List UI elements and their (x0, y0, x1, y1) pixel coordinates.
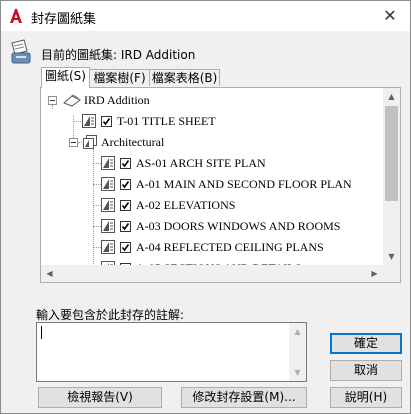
tree-row[interactable]: A-01 MAIN AND SECOND FLOOR PLAN (41, 174, 381, 194)
tree-root-label: IRD Addition (84, 93, 150, 107)
subset-icon (83, 135, 97, 149)
tab-files-table[interactable]: 檔案表格(B) (149, 69, 220, 86)
sheet-tree[interactable]: IRD Addition T-01 TITLE SHEET Architectu… (40, 87, 401, 283)
note-vertical-scrollbar[interactable]: ▲ ▼ (289, 323, 306, 381)
sheet-label: T-01 TITLE SHEET (117, 114, 216, 128)
cancel-button[interactable]: 取消 (330, 360, 402, 381)
tree-row[interactable]: A-03 DOORS WINDOWS AND ROOMS (41, 216, 381, 236)
tree-subset-row[interactable]: Architectural (41, 132, 381, 152)
sheet-checkbox[interactable] (101, 116, 112, 127)
note-label: 輸入要包含於此封存的註解: (36, 308, 185, 322)
window-title: 封存圖紙集 (31, 12, 97, 27)
sheet-checkbox[interactable] (120, 200, 131, 211)
sheet-label: A-02 ELEVATIONS (136, 198, 236, 212)
tree-row[interactable]: A-02 ELEVATIONS (41, 195, 381, 215)
sheet-checkbox[interactable] (120, 221, 131, 232)
help-button[interactable]: 說明(H) (330, 387, 402, 408)
collapse-icon[interactable] (48, 96, 57, 105)
sheet-checkbox[interactable] (120, 179, 131, 190)
title-bar: 封存圖紙集 ✕ (1, 1, 410, 31)
sheet-set-icon (63, 94, 81, 107)
sheet-icon (82, 114, 96, 128)
tab-files-tree[interactable]: 檔案樹(F) (89, 69, 150, 86)
sheet-label: A-04 REFLECTED CEILING PLANS (136, 240, 324, 254)
sheet-set-archive-icon (11, 39, 31, 64)
scroll-down-arrow-icon[interactable]: ▼ (289, 364, 306, 381)
tree-row[interactable]: T-01 TITLE SHEET (41, 111, 381, 131)
view-report-button[interactable]: 檢視報告(V) (38, 387, 162, 408)
scroll-up-arrow-icon[interactable]: ▲ (383, 88, 400, 105)
sheet-icon (101, 177, 115, 191)
current-sheet-set-label: 目前的圖紙集: IRD Addition (41, 48, 196, 62)
collapse-icon[interactable] (69, 138, 78, 147)
archive-sheet-set-dialog: 封存圖紙集 ✕ 目前的圖紙集: IRD Addition 圖紙(S) 檔案樹(F… (0, 0, 411, 414)
tree-row[interactable]: A-04 REFLECTED CEILING PLANS (41, 237, 381, 257)
close-button[interactable]: ✕ (370, 1, 410, 31)
scroll-up-arrow-icon[interactable]: ▲ (289, 323, 306, 340)
sheet-icon (101, 198, 115, 212)
scroll-down-arrow-icon[interactable]: ▼ (383, 248, 400, 265)
autocad-logo-icon (10, 9, 22, 23)
scroll-right-arrow-icon[interactable]: ▶ (366, 265, 383, 282)
sheet-label: A-01 MAIN AND SECOND FLOOR PLAN (136, 177, 352, 191)
scroll-thumb[interactable] (385, 106, 398, 201)
sheet-icon (101, 156, 115, 170)
sheet-label: A-03 DOORS WINDOWS AND ROOMS (136, 219, 341, 233)
modify-archive-settings-button[interactable]: 修改封存設置(M)... (181, 387, 307, 408)
sheet-checkbox[interactable] (120, 242, 131, 253)
ok-button[interactable]: 確定 (330, 333, 402, 354)
subset-label: Architectural (101, 135, 165, 149)
sheet-icon (101, 240, 115, 254)
note-textarea[interactable]: ▲ ▼ (36, 322, 307, 382)
sheet-checkbox[interactable] (120, 158, 131, 169)
text-caret (41, 326, 42, 339)
tab-sheets[interactable]: 圖紙(S) (41, 67, 90, 88)
sheet-label: AS-01 ARCH SITE PLAN (136, 156, 266, 170)
tree-horizontal-scrollbar[interactable]: ◀ ▶ (41, 265, 383, 282)
tree-row[interactable]: AS-01 ARCH SITE PLAN (41, 153, 381, 173)
scroll-left-arrow-icon[interactable]: ◀ (41, 265, 58, 282)
tree-vertical-scrollbar[interactable]: ▲ ▼ (383, 88, 400, 265)
tree-root-row[interactable]: IRD Addition (41, 90, 381, 110)
scroll-corner (383, 265, 400, 282)
sheet-icon (101, 219, 115, 233)
